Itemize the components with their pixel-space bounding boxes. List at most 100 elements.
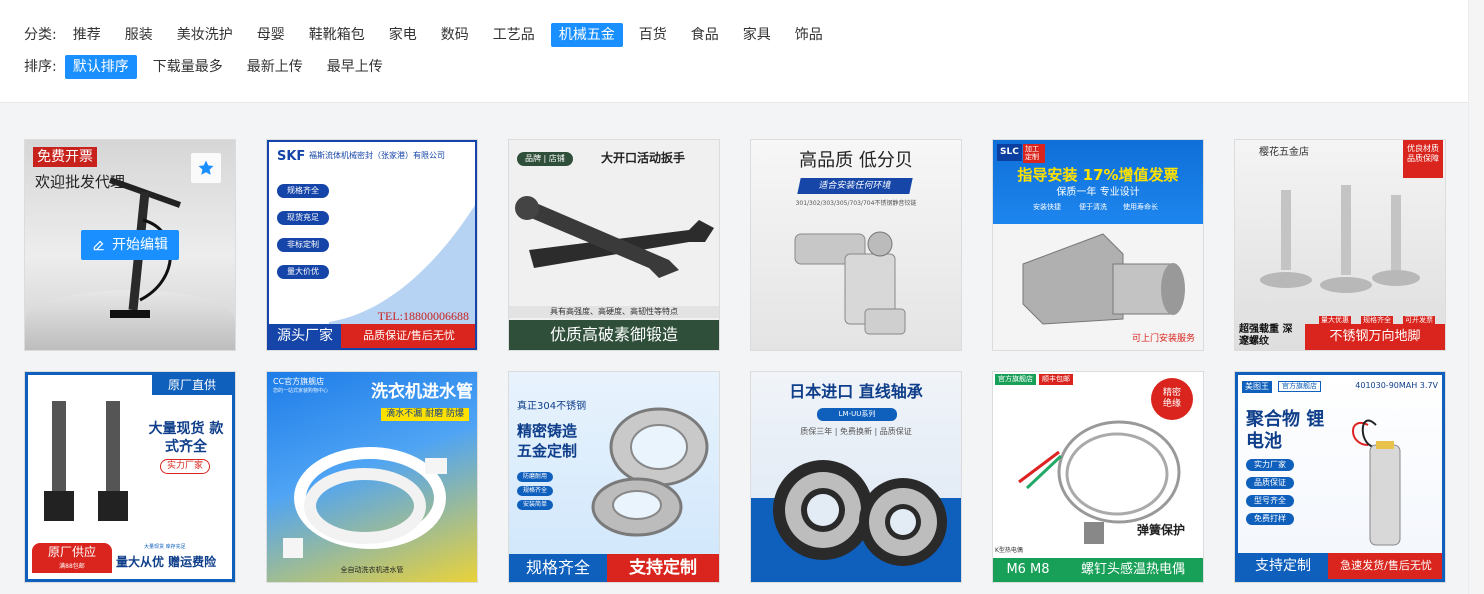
category-chip-shoes-bags[interactable]: 鞋靴箱包 (301, 23, 373, 47)
logo-mark: SLC (997, 144, 1022, 161)
card-headline: 洗衣机进水管 (371, 382, 473, 402)
feature-tag: 非标定制 (277, 238, 329, 252)
installation-note: 可上门安装服务 (1131, 334, 1195, 344)
shop-slogan: 您的一站式家装购物中心 (273, 388, 329, 394)
category-chip-beauty[interactable]: 美妆洗护 (169, 23, 241, 47)
template-card[interactable]: 高品质 低分贝 适合安装任何环境 301/302/303/305/703/704… (750, 139, 962, 351)
product-banner: 螺钉头感温热电偶 (1063, 558, 1203, 582)
shop-name: 樱花五金店 (1259, 147, 1309, 158)
sort-chip-default[interactable]: 默认排序 (64, 55, 137, 79)
thumbnail-thermocouple: 官方旗舰店 顺丰包邮 精密 绝缘 弹簧保护 K型热电偶 M6 M8 螺钉头感温热… (993, 372, 1203, 582)
product-caption: 全自动洗衣机进水管 (340, 566, 404, 574)
category-chip-baby[interactable]: 母婴 (249, 23, 293, 47)
card-headline: 大量现货 款式齐全 (148, 421, 224, 455)
category-chip-digital[interactable]: 数码 (433, 23, 477, 47)
bulk-discount-text: 量大从优 赠运费险 (116, 555, 217, 569)
series-tag: LM-UU系列 (817, 408, 897, 421)
battery-model: 401030-90MAH 3.7V (1355, 381, 1438, 390)
template-card[interactable]: 真正304不锈钢 精密铸造 五金定制 防磨耐用 规格齐全 安装简单 规格齐全 支… (508, 371, 720, 583)
sort-chip-oldest[interactable]: 最早上传 (319, 55, 391, 79)
stock-small-note: 大量现货 库存充足 (144, 544, 186, 550)
feature-tag: 免费打样 (1246, 513, 1294, 525)
free-invoice-badge: 免费开票 (33, 147, 97, 167)
template-card[interactable]: 品牌 | 店铺 大开口活动扳手 具有高强度、高硬度、高韧性等特点 优质高破素御锻… (508, 139, 720, 351)
feature-tag: 规格齐全 (277, 184, 329, 198)
card-headline: 日本进口 直线轴承 (789, 382, 923, 401)
product-banner: 不锈钢万向地脚 (1305, 324, 1445, 350)
feature-tag: 规格齐全 (517, 486, 554, 496)
card-headline: 欢迎批发代理 (35, 173, 126, 191)
direct-supply-tag: 原厂直供 (152, 375, 232, 395)
duct-illustration (1022, 233, 1185, 325)
company-name: 福斯流体机械密封（张家港）有限公司 (309, 151, 445, 160)
feature-tag: 实力厂家 (1246, 459, 1294, 471)
card-headline: 指导安装 17%增值发票 (1017, 166, 1179, 184)
category-chip-hardware[interactable]: 机械五金 (550, 23, 623, 47)
battery-illustration (1352, 419, 1401, 546)
check-item: 安装快捷 (1033, 203, 1061, 211)
category-chip-furniture[interactable]: 家具 (735, 23, 779, 47)
template-card[interactable]: SKF 福斯流体机械密封（张家港）有限公司 规格齐全 现货充足 非标定制 量大价… (266, 139, 478, 351)
thumbnail-plunger: 原厂直供 大量现货 款式齐全 实力厂家 原厂供应 满88包邮 大量现货 库存充足… (25, 372, 235, 582)
thumbnail-skf: SKF 福斯流体机械密封（张家港）有限公司 规格齐全 现货充足 非标定制 量大价… (267, 140, 477, 350)
feature-tag: 现货充足 (277, 211, 329, 225)
shipping-note: 满88包邮 (32, 561, 112, 573)
load-feature-text: 超强载重 深邃螺纹 (1239, 324, 1293, 347)
start-edit-button[interactable]: 开始编辑 (81, 230, 179, 260)
template-card[interactable]: SLC 加工定制 指导安装 17%增值发票 保质一年 专业设计 安装快捷 便于清… (992, 139, 1204, 351)
sort-chip-newest[interactable]: 最新上传 (239, 55, 311, 79)
custom-banner: 支持定制 (607, 554, 719, 582)
check-item: 使用寿命长 (1123, 203, 1158, 211)
shipping-banner: 急速发货/售后无忧 (1328, 553, 1442, 579)
thumbnail-roller-bearing: 真正304不锈钢 精密铸造 五金定制 防磨耐用 规格齐全 安装简单 规格齐全 支… (509, 372, 719, 582)
thumbnail-hinge: 高品质 低分贝 适合安装任何环境 301/302/303/305/703/704… (751, 140, 961, 350)
category-chip-jewelry[interactable]: 饰品 (787, 23, 831, 47)
warranty-note: 质保三年 | 免费换新 | 品质保证 (800, 427, 912, 436)
feature-tag: 品质保证 (1246, 477, 1294, 489)
thumbnail-linear-bearing: 日本进口 直线轴承 LM-UU系列 质保三年 | 免费换新 | 品质保证 (751, 372, 961, 582)
category-chip-food[interactable]: 食品 (683, 23, 727, 47)
leveling-feet-illustration (1260, 185, 1420, 293)
wrench-illustration (515, 196, 714, 278)
template-grid: 免费开票 欢迎批发代理 开始编辑 SKF 福斯流体机械密封（张家港）有限公司 规… (24, 139, 1446, 583)
feature-tag: 量大价优 (277, 265, 329, 279)
custom-banner: 支持定制 (1238, 553, 1328, 579)
template-card[interactable]: CC官方旗舰店 您的一站式家装购物中心 洗衣机进水管 滴水不漏 耐磨 防爆 全自… (266, 371, 478, 583)
category-chip-crafts[interactable]: 工艺品 (485, 23, 543, 47)
star-icon (198, 160, 214, 175)
brand-tag: 品牌 | 店铺 (517, 152, 573, 166)
favorite-button[interactable] (191, 153, 221, 183)
sort-chip-most-downloaded[interactable]: 下载量最多 (145, 55, 231, 79)
factory-banner: 源头厂家 (269, 324, 341, 348)
thumbnail-wrench: 品牌 | 店铺 大开口活动扳手 具有高强度、高硬度、高韧性等特点 优质高破素御锻… (509, 140, 719, 350)
edit-icon (93, 240, 104, 251)
thumbnail-duct: SLC 加工定制 指导安装 17%增值发票 保质一年 专业设计 安装快捷 便于清… (993, 140, 1203, 350)
plunger-illustration (44, 401, 128, 521)
shop-name: CC官方旗舰店 (273, 377, 325, 386)
model-list: 301/302/303/305/703/704不锈钢静音铰链 (795, 200, 917, 207)
size-banner: M6 M8 (993, 558, 1063, 582)
template-card[interactable]: 免费开票 欢迎批发代理 开始编辑 (24, 139, 236, 351)
template-card[interactable]: 樱花五金店 优良材质 品质保障 量大优惠 规格齐全 可开发票 超强载重 深邃螺纹… (1234, 139, 1446, 351)
custom-tag: 加工定制 (1023, 144, 1045, 164)
template-card[interactable]: 官方旗舰店 顺丰包邮 精密 绝缘 弹簧保护 K型热电偶 M6 M8 螺钉头感温热… (992, 371, 1204, 583)
category-chip-recommend[interactable]: 推荐 (65, 23, 109, 47)
scrollbar[interactable] (1468, 0, 1484, 594)
category-chip-appliances[interactable]: 家电 (381, 23, 425, 47)
type-tag: K型热电偶 (995, 547, 1023, 554)
check-item: 便于清洗 (1079, 203, 1107, 211)
start-edit-label: 开始编辑 (112, 237, 168, 253)
sort-label: 排序: (24, 59, 57, 75)
phone-number: TEL:18800006688 (377, 309, 469, 323)
feature-tag: 安装简单 (517, 500, 554, 510)
store-tag: 官方旗舰店 (995, 374, 1036, 385)
hinge-illustration (794, 231, 906, 335)
linear-bearing-illustration (773, 460, 947, 566)
template-card[interactable]: 原厂直供 大量现货 款式齐全 实力厂家 原厂供应 满88包邮 大量现货 库存充足… (24, 371, 236, 583)
category-chip-clothing[interactable]: 服装 (117, 23, 161, 47)
template-card[interactable]: 日本进口 直线轴承 LM-UU系列 质保三年 | 免费换新 | 品质保证 (750, 371, 962, 583)
category-chip-general[interactable]: 百货 (631, 23, 675, 47)
template-card[interactable]: 美图王 官方旗舰店 401030-90MAH 3.7V 聚合物 锂电池 实力厂家… (1234, 371, 1446, 583)
thumbnail-hose: CC官方旗舰店 您的一站式家装购物中心 洗衣机进水管 滴水不漏 耐磨 防爆 全自… (267, 372, 477, 582)
quality-banner: 品质保证/售后无忧 (341, 324, 475, 348)
